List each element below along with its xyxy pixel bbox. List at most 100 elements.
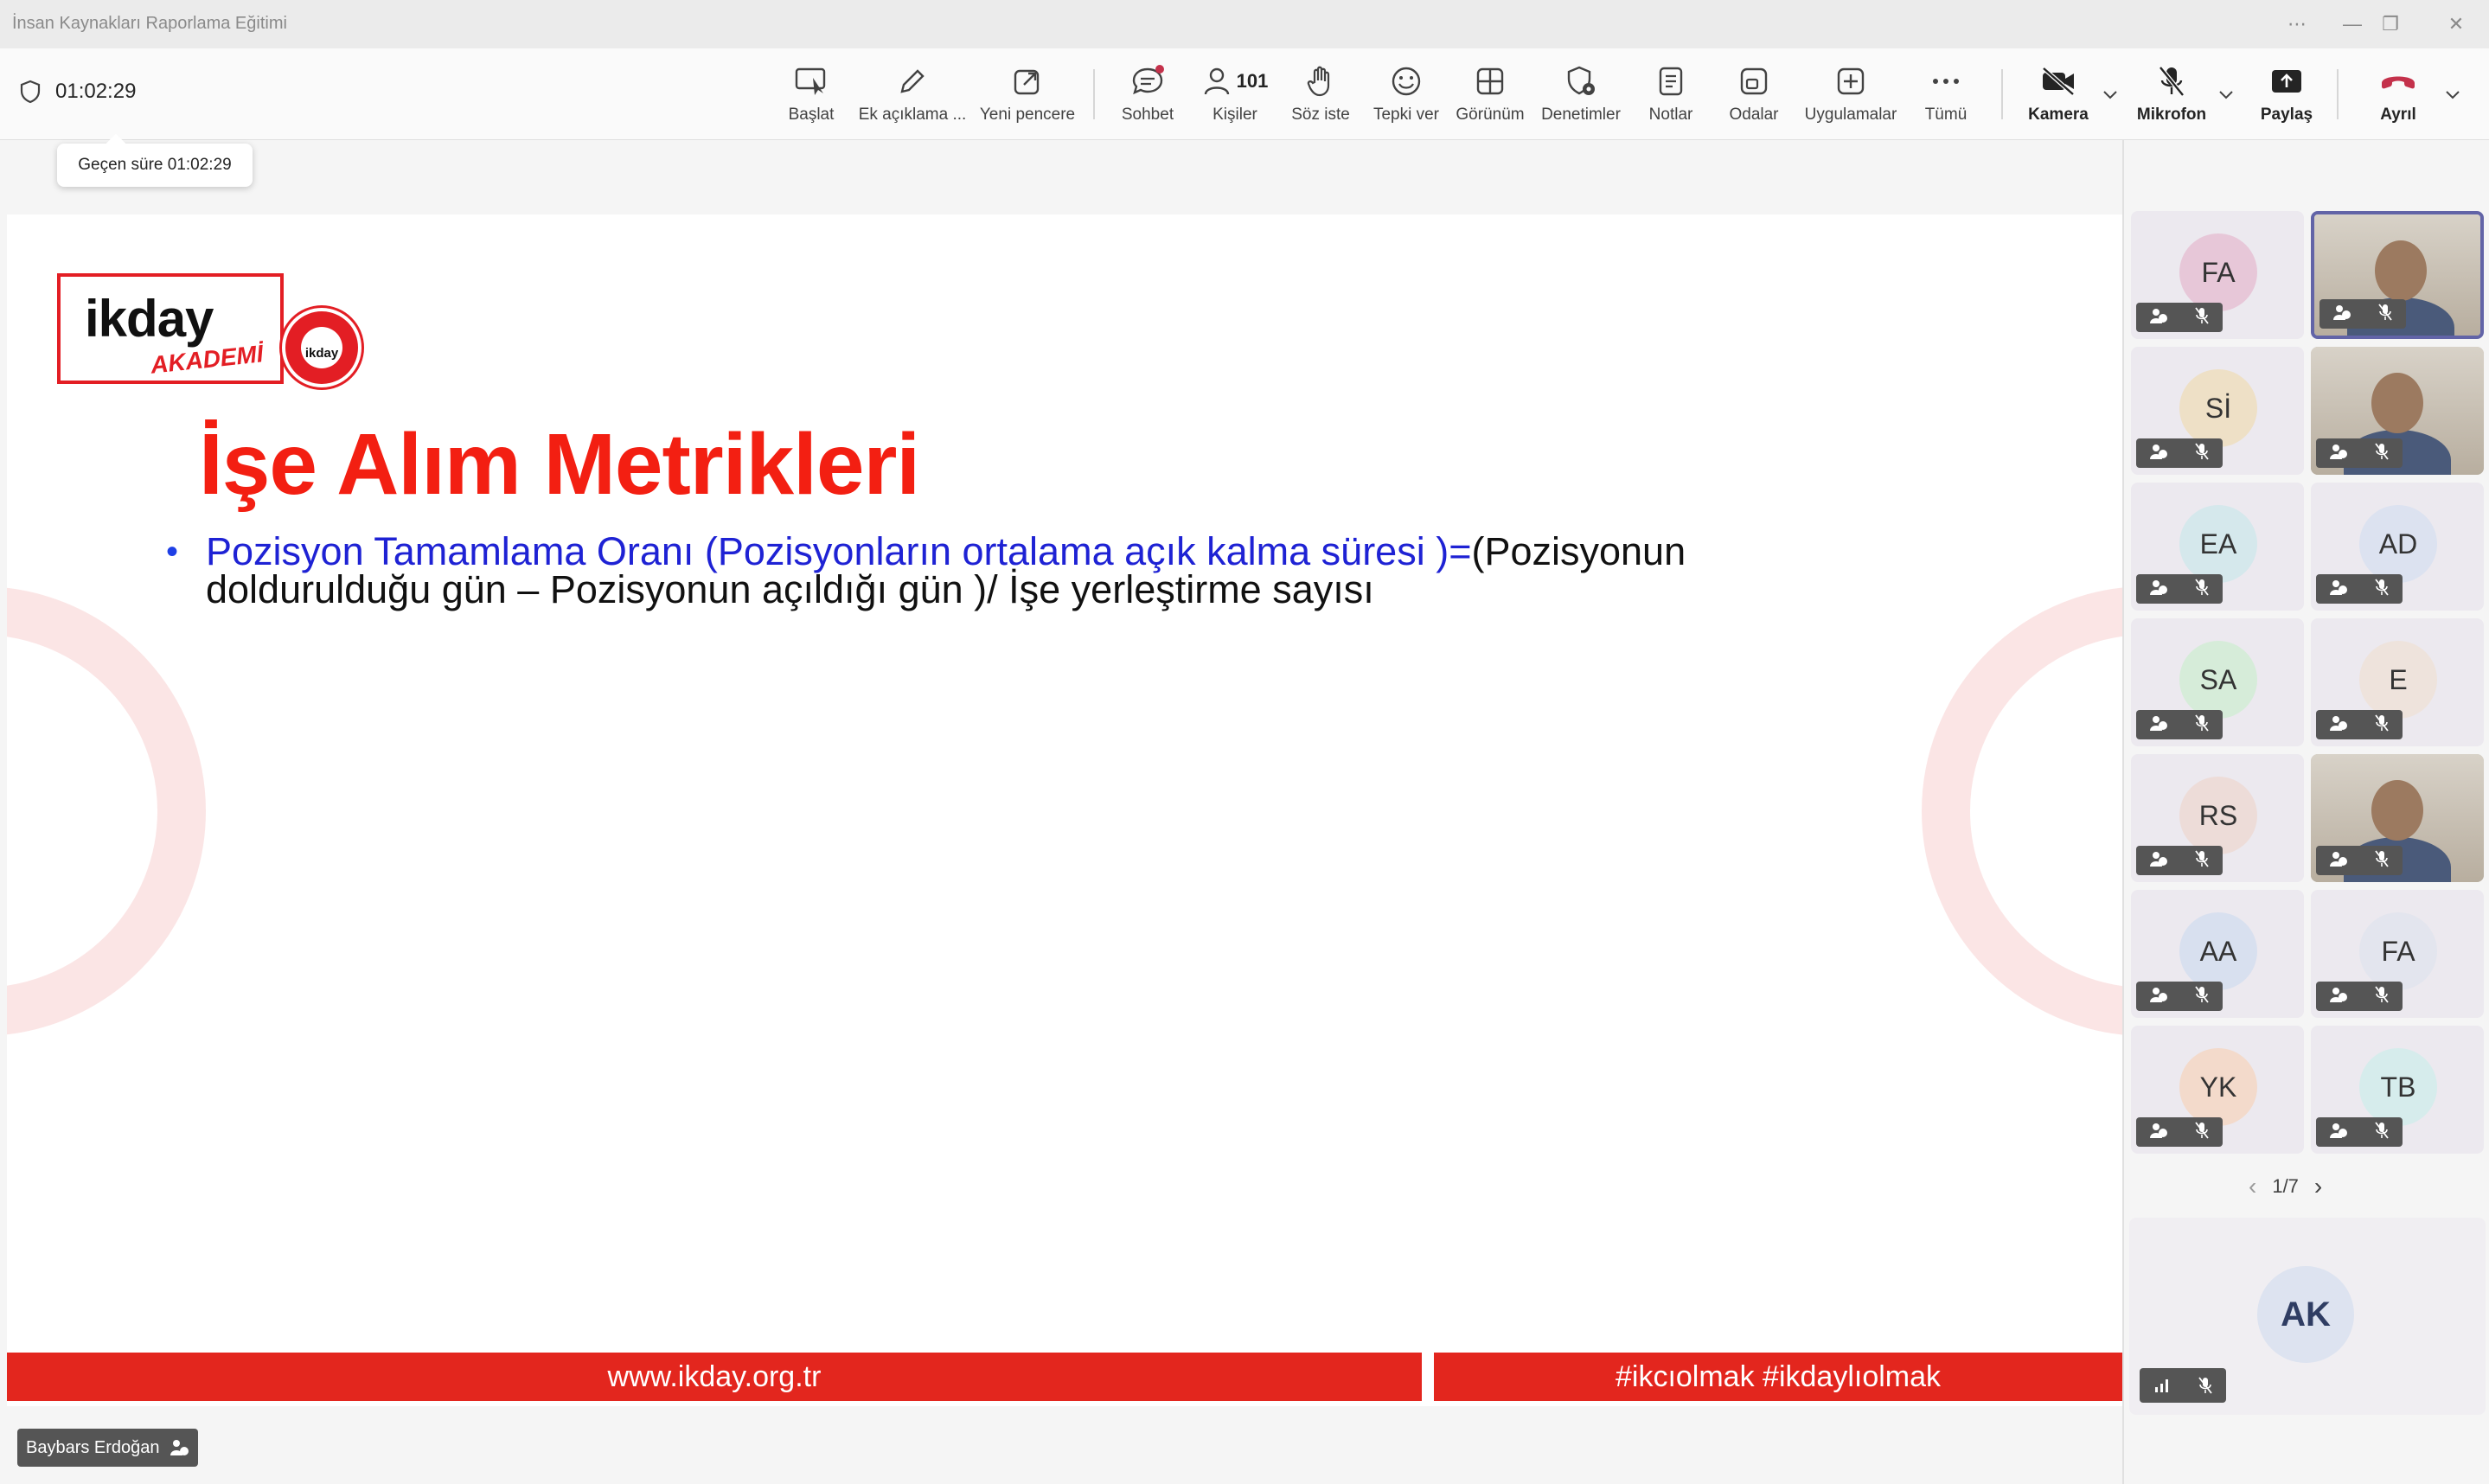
microphone-options-chevron-icon[interactable] — [2214, 83, 2238, 107]
mic-muted-icon — [2374, 985, 2390, 1007]
mic-muted-icon — [2374, 713, 2390, 736]
tile-status-bar — [2319, 299, 2406, 329]
people-icon: 101 — [1196, 62, 1274, 100]
presenter-label: Baybars Erdoğan — [17, 1429, 198, 1467]
controls-button[interactable]: Denetimler — [1536, 62, 1626, 131]
shield-settings-icon — [1562, 62, 1600, 100]
signal-icon — [2154, 1379, 2168, 1392]
attendee-icon — [2329, 850, 2348, 872]
more-button[interactable]: Tümü — [1911, 62, 1980, 131]
participant-tile[interactable] — [2311, 211, 2484, 339]
leave-button[interactable]: Ayrıl — [2361, 62, 2435, 131]
start-presenting-icon — [792, 62, 830, 100]
camera-button[interactable]: Kamera — [2022, 62, 2095, 131]
mic-muted-icon — [2374, 442, 2390, 464]
attendee-icon — [2149, 579, 2168, 600]
toolbar-divider — [2337, 69, 2339, 119]
avatar: SA — [2179, 641, 2257, 719]
raise-hand-button[interactable]: Söz iste — [1285, 62, 1356, 131]
mic-muted-icon — [2377, 303, 2393, 325]
microphone-button[interactable]: Mikrofon — [2133, 62, 2211, 131]
participant-tile[interactable]: FA — [2311, 890, 2484, 1018]
share-button[interactable]: Paylaş — [2250, 62, 2323, 131]
meeting-toolbar: 01:02:29 Başlat Ek açıklama ... Yeni pen… — [0, 48, 2489, 140]
share-screen-icon — [2268, 62, 2306, 100]
next-page-icon[interactable]: › — [2314, 1173, 2322, 1200]
tile-status-bar — [2136, 574, 2223, 604]
participant-tile[interactable]: SA — [2131, 618, 2304, 746]
participant-tile[interactable]: E — [2311, 618, 2484, 746]
breakout-rooms-icon — [1735, 62, 1773, 100]
tile-status-bar — [2136, 438, 2223, 468]
hand-icon — [1302, 62, 1340, 100]
participant-tile[interactable]: EA — [2131, 483, 2304, 611]
people-button[interactable]: 101 Kişiler — [1193, 62, 1276, 131]
mic-muted-icon — [2194, 306, 2210, 329]
attendee-icon — [2329, 579, 2348, 600]
toolbar-divider — [1093, 69, 1095, 119]
mic-muted-icon — [2194, 1121, 2210, 1143]
spotlight-participant-tile[interactable]: AK — [2129, 1218, 2486, 1415]
add-app-icon — [1832, 62, 1870, 100]
tile-status-bar — [2136, 982, 2223, 1011]
meeting-timer[interactable]: 01:02:29 — [19, 80, 136, 104]
avatar: EA — [2179, 505, 2257, 583]
close-button[interactable]: ✕ — [2439, 9, 2473, 40]
previous-page-icon[interactable]: ‹ — [2249, 1173, 2256, 1200]
participant-tile[interactable]: TB — [2311, 1026, 2484, 1154]
new-window-button[interactable]: Yeni pencere — [977, 62, 1078, 131]
ellipsis-icon — [1927, 62, 1965, 100]
more-options-icon[interactable]: ⋯ — [2280, 9, 2314, 40]
participant-tile[interactable]: YK — [2131, 1026, 2304, 1154]
leave-options-chevron-icon[interactable] — [2441, 83, 2465, 107]
notes-icon — [1652, 62, 1690, 100]
apps-button[interactable]: Uygulamalar — [1801, 62, 1901, 131]
attendee-icon — [2329, 443, 2348, 464]
participant-tile[interactable]: AD — [2311, 483, 2484, 611]
mic-muted-icon — [2198, 1377, 2212, 1394]
avatar: YK — [2179, 1048, 2257, 1126]
pen-icon — [893, 62, 931, 100]
notes-button[interactable]: Notlar — [1636, 62, 1705, 131]
attendee-icon — [2149, 1122, 2168, 1143]
participant-tile[interactable]: AA — [2131, 890, 2304, 1018]
start-button[interactable]: Başlat — [777, 62, 846, 131]
participant-tile[interactable] — [2311, 754, 2484, 882]
mic-muted-icon — [2194, 578, 2210, 600]
view-button[interactable]: Görünüm — [1453, 62, 1527, 131]
window-title: İnsan Kaynakları Raporlama Eğitimi — [12, 14, 287, 33]
presenter-name: Baybars Erdoğan — [26, 1437, 160, 1457]
camera-options-chevron-icon[interactable] — [2098, 83, 2122, 107]
presenter-icon — [170, 1440, 189, 1455]
pop-out-icon — [1008, 62, 1046, 100]
shared-slide: ikday AKADEMİ ikday İşe Alım Metrikleri … — [7, 214, 2122, 1406]
title-bar: İnsan Kaynakları Raporlama Eğitimi ⋯ — ❐… — [0, 0, 2489, 48]
avatar: AD — [2359, 505, 2437, 583]
tile-status-bar — [2316, 574, 2403, 604]
footer-website: www.ikday.org.tr — [7, 1353, 1422, 1401]
attendee-icon — [2332, 304, 2351, 325]
ikday-seal-icon: ikday — [282, 308, 362, 387]
avatar: AK — [2257, 1266, 2354, 1363]
attendee-icon — [2149, 443, 2168, 464]
restore-button[interactable]: ❐ — [2373, 9, 2408, 40]
rooms-button[interactable]: Odalar — [1719, 62, 1788, 131]
participant-tile[interactable] — [2311, 347, 2484, 475]
mic-muted-icon — [2374, 1121, 2390, 1143]
chat-button[interactable]: Sohbet — [1112, 62, 1183, 131]
annotate-button[interactable]: Ek açıklama ... — [856, 62, 969, 131]
mic-muted-icon — [2194, 442, 2210, 464]
smile-icon — [1387, 62, 1425, 100]
footer-hashtags: #ikcıolmak #ikdaylıolmak — [1434, 1353, 2122, 1401]
react-button[interactable]: Tepki ver — [1366, 62, 1446, 131]
participant-tile[interactable]: FA — [2131, 211, 2304, 339]
mic-muted-icon — [2374, 578, 2390, 600]
chat-icon — [1129, 62, 1167, 100]
attendee-icon — [2149, 307, 2168, 329]
participant-tile[interactable]: Sİ — [2131, 347, 2304, 475]
mic-muted-icon — [2194, 849, 2210, 872]
tile-status-bar — [2140, 1368, 2226, 1403]
tile-status-bar — [2136, 303, 2223, 332]
minimize-button[interactable]: — — [2335, 9, 2370, 40]
participant-tile[interactable]: RS — [2131, 754, 2304, 882]
